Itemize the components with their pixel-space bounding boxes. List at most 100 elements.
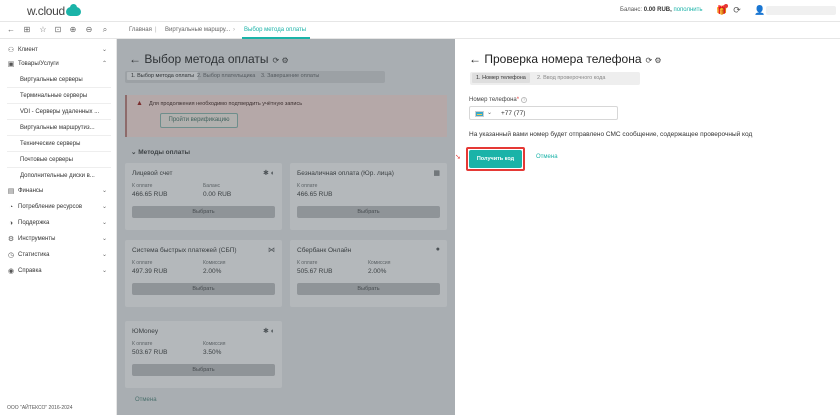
verify-button[interactable]: Пройти верификацию xyxy=(160,113,238,128)
user-icon[interactable]: 👤 xyxy=(754,5,765,15)
select-button[interactable]: Выбрать xyxy=(132,206,275,218)
main-cancel-link[interactable]: Отмена xyxy=(135,397,157,403)
sidebar-subitem-virtual-routers[interactable]: Виртуальные маршрутиз... xyxy=(20,121,108,135)
phone-input[interactable]: ⌄ +77 (77) xyxy=(469,106,618,120)
amount-value: 466.65 RUB xyxy=(132,191,168,198)
sidebar-item-stats[interactable]: ◷ Статистика ⌄ xyxy=(7,248,111,262)
chevron-down-icon: ⌄ xyxy=(101,204,107,210)
building-icon: ▦ xyxy=(433,170,440,177)
quick-icons-row: ← ⊞ ☆ ⊡ ⊕ ⊖ ⌕ xyxy=(0,22,117,39)
sidebar-item-tools[interactable]: ⚙ Инструменты ⌄ xyxy=(7,232,111,246)
sidebar-subitem-vdi[interactable]: VDI - Серверы удаленных ... xyxy=(20,105,108,119)
amount-label: К оплате xyxy=(132,183,153,189)
divider xyxy=(7,151,111,152)
headset-icon: ◑ xyxy=(8,220,14,227)
support-icon[interactable]: ⟳ xyxy=(732,5,742,15)
sidebar-subitem-mail-servers[interactable]: Почтовые серверы xyxy=(20,153,108,167)
sidebar-item-finance[interactable]: ▤ Финансы ⌄ xyxy=(7,184,111,198)
star-icon[interactable]: ☆ xyxy=(38,25,48,34)
fee-value: 3.50% xyxy=(203,349,222,356)
red-arrow-annotation: ➘ xyxy=(455,154,461,161)
sidebar-subitem-technical-servers[interactable]: Технические серверы xyxy=(20,137,108,151)
amount-value: 505.67 RUB xyxy=(297,268,333,275)
divider xyxy=(7,103,111,104)
amount-label: К оплате xyxy=(132,341,153,347)
sitemap-icon[interactable]: ⊞ xyxy=(22,25,32,34)
sidebar-item-client[interactable]: ⚇ Клиент ⌄ xyxy=(7,43,111,57)
divider xyxy=(7,87,111,88)
sidebar-item-support[interactable]: ◑ Поддержка ⌄ xyxy=(7,216,111,230)
sidebar-item-products[interactable]: ▣ Товары/Услуги ⌃ xyxy=(7,57,111,71)
verification-steps: 1. Номер телефона 2. Ввод проверочного к… xyxy=(470,72,640,85)
step-1: 1. Выбор метода оплаты xyxy=(127,72,199,80)
sbp-logo-icon: ⋈ xyxy=(268,247,275,254)
help-icon: ◉ xyxy=(7,268,15,275)
gift-icon[interactable]: 🎁 xyxy=(716,4,728,15)
logo[interactable]: w.cloud xyxy=(27,4,81,18)
card-yoomoney[interactable]: ЮMoney ✱ ◐ К оплате 503.67 RUB Комиссия … xyxy=(125,321,282,388)
card-personal-account[interactable]: Лицевой счет ✱ ◐ К оплате 466.65 RUB Бал… xyxy=(125,163,282,230)
breadcrumb-virtual-routers[interactable]: Виртуальные маршру... xyxy=(165,27,230,33)
panel-title: ← Проверка номера телефона ⟳ ⚙ xyxy=(469,52,662,66)
cancel-link[interactable]: Отмена xyxy=(536,154,558,160)
page-title: ← Выбор метода оплаты ⟳ ⚙ xyxy=(129,52,289,66)
chevron-down-icon[interactable]: ⌄ xyxy=(487,109,492,116)
fee-value: 2.00% xyxy=(368,268,387,275)
phone-input-value: +77 (77) xyxy=(501,110,526,117)
amount-label: К оплате xyxy=(297,260,318,266)
tools-icon: ⚙ xyxy=(7,236,15,243)
box-icon: ▣ xyxy=(7,61,15,68)
card-bank-transfer[interactable]: Безналичная оплата (Юр. лица) ▦ К оплате… xyxy=(290,163,447,230)
top-bar: w.cloud Баланс: 0.00 RUB, пополнить 🎁 ⟳ … xyxy=(0,0,840,22)
minus-icon[interactable]: ⊖ xyxy=(84,25,94,34)
balance-value: 0.00 RUB, xyxy=(643,7,672,13)
card-title: Лицевой счет xyxy=(132,170,173,177)
fee-label: Комиссия xyxy=(368,260,391,266)
back-arrow-icon[interactable]: ← xyxy=(6,25,16,34)
card-sbp[interactable]: Система быстрых платежей (СБП) ⋈ К оплат… xyxy=(125,240,282,307)
amount-value: 503.67 RUB xyxy=(132,349,168,356)
select-button[interactable]: Выбрать xyxy=(132,364,275,376)
sidebar-subitem-virtual-servers[interactable]: Виртуальные серверы xyxy=(20,73,108,87)
breadcrumb-current[interactable]: Выбор метода оплаты xyxy=(244,27,306,33)
sidebar: ⚇ Клиент ⌄ ▣ Товары/Услуги ⌃ Виртуальные сер… xyxy=(0,39,117,415)
select-button[interactable]: Выбрать xyxy=(297,206,440,218)
sidebar-item-help[interactable]: ◉ Справка ⌄ xyxy=(7,264,111,278)
sidebar-subitem-extra-disks[interactable]: Дополнительные диски в... xyxy=(20,169,108,183)
cart-icon[interactable]: ⊡ xyxy=(53,25,63,34)
add-icon[interactable]: ⊕ xyxy=(68,25,78,34)
phone-verification-panel: ← Проверка номера телефона ⟳ ⚙ 1. Номер т… xyxy=(455,39,840,415)
breadcrumb: Главная | Виртуальные маршру... › Выбор … xyxy=(117,22,840,39)
payment-steps: 1. Выбор метода оплаты 2. Выбор плательщ… xyxy=(125,71,385,83)
chevron-down-icon: ⌄ xyxy=(101,268,107,274)
refresh-settings-icons[interactable]: ⟳ ⚙ xyxy=(646,56,662,65)
fee-label: Комиссия xyxy=(203,260,226,266)
select-button[interactable]: Выбрать xyxy=(132,283,275,295)
footer-copyright: ООО "АЙТЕКСО" 2016-2024 xyxy=(7,405,73,411)
refresh-settings-icons[interactable]: ⟳ ⚙ xyxy=(273,56,289,65)
chevron-down-icon: ⌄ xyxy=(101,47,107,53)
sidebar-subitem-terminal-servers[interactable]: Терминальные серверы xyxy=(20,89,108,103)
sberbank-logo-icon: ● xyxy=(435,246,440,253)
payment-methods-heading[interactable]: ⌄ Методы оплаты xyxy=(131,148,190,156)
kazakhstan-flag-icon[interactable] xyxy=(475,111,484,117)
select-button[interactable]: Выбрать xyxy=(297,283,440,295)
topup-link[interactable]: пополнить xyxy=(673,7,702,13)
user-name[interactable] xyxy=(766,6,836,15)
fee-value: 2.00% xyxy=(203,268,222,275)
card-sberbank[interactable]: Сбербанк Онлайн ● К оплате 505.67 RUB Ко… xyxy=(290,240,447,307)
back-arrow-icon[interactable]: ← xyxy=(469,52,481,66)
wallet-icon: ▤ xyxy=(7,188,15,195)
card-title: ЮMoney xyxy=(132,328,159,335)
help-icon[interactable]: ? xyxy=(521,97,528,103)
cloud-logo-icon xyxy=(65,4,81,16)
chevron-down-icon: ⌄ xyxy=(101,220,107,226)
search-icon[interactable]: ⌕ xyxy=(100,25,110,35)
breadcrumb-home[interactable]: Главная xyxy=(129,27,152,33)
get-code-button[interactable]: Получить код xyxy=(469,150,522,168)
sidebar-item-resource-usage[interactable]: ◔ Потребление ресурсов ⌄ xyxy=(7,200,111,214)
balance-value: 0.00 RUB xyxy=(203,191,232,198)
breadcrumb-separator: | xyxy=(155,27,157,33)
warning-icon: ▲ xyxy=(136,100,143,107)
notification-dot xyxy=(724,4,728,8)
